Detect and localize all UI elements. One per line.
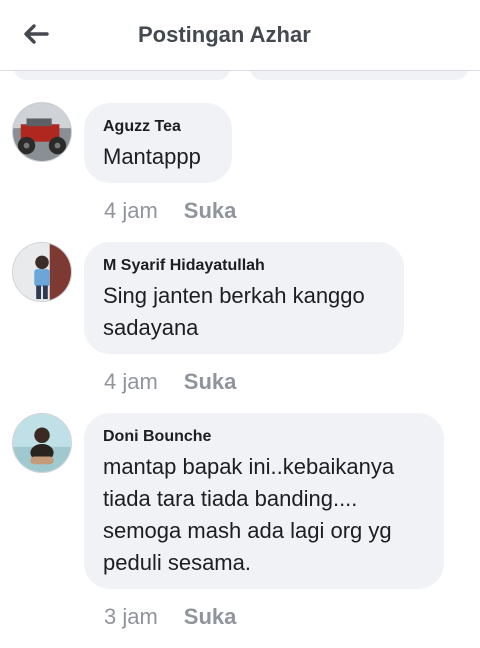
comment-author[interactable]: Aguzz Tea [103, 117, 214, 137]
comments-screen: Postingan Azhar Aguzz Tea Mantappp 4 jam… [0, 0, 480, 648]
page-title: Postingan Azhar [138, 22, 311, 47]
avatar-image [13, 414, 71, 472]
like-button[interactable]: Suka [184, 198, 237, 224]
top-bar: Postingan Azhar [0, 0, 480, 71]
like-button[interactable]: Suka [184, 369, 237, 395]
comment-bubble: Aguzz Tea Mantappp [84, 103, 232, 183]
comment-timestamp[interactable]: 4 jam [104, 198, 158, 224]
arrow-left-icon [24, 24, 49, 44]
avatar[interactable] [12, 413, 72, 473]
comment-text: Sing janten berkah kanggo sadayana [103, 283, 365, 340]
avatar-image [13, 243, 71, 301]
avatar[interactable] [12, 242, 72, 302]
comment-meta: 4 jam Suka [104, 198, 236, 224]
comment-bubble: M Syarif Hidayatullah Sing janten berkah… [84, 242, 404, 354]
avatar[interactable] [12, 102, 72, 162]
comment-timestamp[interactable]: 4 jam [104, 369, 158, 395]
comment-meta: 3 jam Suka [104, 604, 236, 630]
comment-text: Mantappp [103, 144, 201, 169]
back-button[interactable] [16, 16, 56, 52]
comment-text: mantap bapak ini..kebaikanya tiada tara … [103, 454, 395, 575]
like-button[interactable]: Suka [184, 604, 237, 630]
comment-meta: 4 jam Suka [104, 369, 236, 395]
comment-author[interactable]: M Syarif Hidayatullah [103, 256, 386, 276]
comment-timestamp[interactable]: 3 jam [104, 604, 158, 630]
avatar-image [13, 103, 71, 161]
comment-bubble: Doni Bounche mantap bapak ini..kebaikany… [84, 413, 444, 589]
comment-author[interactable]: Doni Bounche [103, 427, 426, 447]
